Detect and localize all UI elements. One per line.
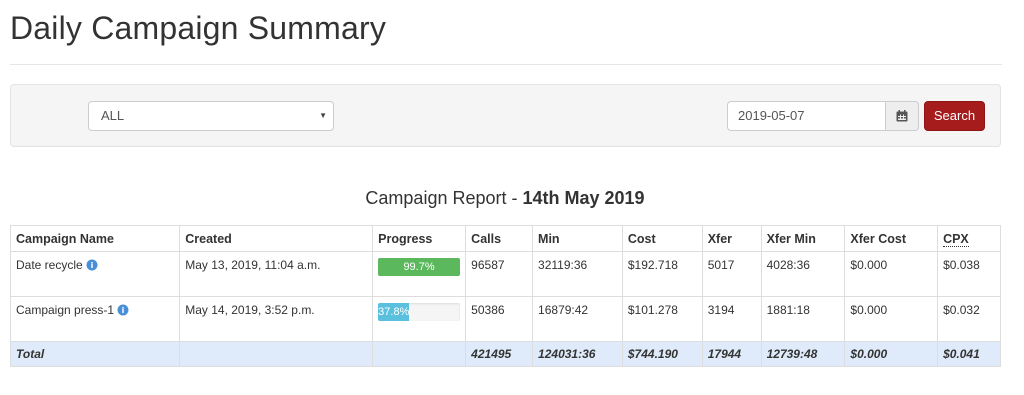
cost-cell: $192.718 xyxy=(621,251,703,297)
total-cost-cell: $744.190 xyxy=(621,341,703,367)
progress-fill: 37.8% xyxy=(378,303,409,321)
info-icon[interactable]: i xyxy=(86,259,98,274)
campaign-select[interactable]: ALL ▼ xyxy=(88,101,334,131)
title-divider xyxy=(10,64,1002,65)
svg-text:i: i xyxy=(122,306,125,315)
report-heading-date: 14th May 2019 xyxy=(522,188,645,208)
header-campaign-name[interactable]: Campaign Name xyxy=(9,225,181,252)
campaign-name[interactable]: Date recycle xyxy=(16,258,83,272)
header-cpx[interactable]: CPX xyxy=(937,225,1001,252)
progress-label: 37.8% xyxy=(378,306,410,318)
cost-cell: $101.278 xyxy=(621,296,703,342)
campaign-select-value: ALL xyxy=(101,108,125,123)
header-created[interactable]: Created xyxy=(179,225,374,252)
date-input[interactable]: 2019-05-07 xyxy=(727,101,886,131)
header-xfer-cost[interactable]: Xfer Cost xyxy=(844,225,939,252)
campaign-table: Campaign Name Created Progress Calls Min… xyxy=(9,225,1001,367)
page-title: Daily Campaign Summary xyxy=(10,10,387,46)
progress-bar: 99.7% xyxy=(378,258,461,276)
xfer-cost-cell: $0.000 xyxy=(844,251,939,297)
header-xfer[interactable]: Xfer xyxy=(701,225,762,252)
min-cell: 16879:42 xyxy=(532,296,623,342)
total-row: Total 421495 124031:36 $744.190 17944 12… xyxy=(9,341,1001,367)
report-heading: Campaign Report - 14th May 2019 xyxy=(0,188,1010,209)
xfer-min-cell: 4028:36 xyxy=(760,251,846,297)
filter-panel: ALL ▼ 2019-05-07 Search xyxy=(10,84,1001,147)
progress-cell: 99.7% xyxy=(372,251,467,297)
total-label-cell: Total xyxy=(9,341,181,367)
search-button[interactable]: Search xyxy=(924,101,985,131)
calendar-button[interactable] xyxy=(885,101,919,131)
header-cpx-label: CPX xyxy=(943,231,969,247)
table-header-row: Campaign Name Created Progress Calls Min… xyxy=(9,225,1001,252)
min-cell: 32119:36 xyxy=(532,251,623,297)
xfer-cost-cell: $0.000 xyxy=(844,296,939,342)
report-heading-prefix: Campaign Report - xyxy=(365,188,523,208)
total-min-cell: 124031:36 xyxy=(532,341,623,367)
total-cpx-cell: $0.041 xyxy=(937,341,1001,367)
campaign-name-cell: Campaign press-1 i xyxy=(9,296,181,342)
calls-cell: 50386 xyxy=(465,296,534,342)
progress-fill: 99.7% xyxy=(378,258,460,276)
header-min[interactable]: Min xyxy=(532,225,623,252)
table-row: Campaign press-1 i May 14, 2019, 3:52 p.m… xyxy=(9,296,1001,342)
xfer-min-cell: 1881:18 xyxy=(760,296,846,342)
xfer-cell: 3194 xyxy=(701,296,762,342)
xfer-cell: 5017 xyxy=(701,251,762,297)
header-calls[interactable]: Calls xyxy=(465,225,534,252)
progress-bar: 37.8% xyxy=(378,303,461,321)
header-xfer-min[interactable]: Xfer Min xyxy=(760,225,846,252)
total-xfer-min-cell: 12739:48 xyxy=(760,341,846,367)
header-progress[interactable]: Progress xyxy=(372,225,467,252)
progress-cell: 37.8% xyxy=(372,296,467,342)
progress-label: 99.7% xyxy=(403,261,435,273)
calls-cell: 96587 xyxy=(465,251,534,297)
created-cell: May 14, 2019, 3:52 p.m. xyxy=(179,296,374,342)
total-xfer-cell: 17944 xyxy=(701,341,762,367)
cpx-cell: $0.032 xyxy=(937,296,1001,342)
campaign-name[interactable]: Campaign press-1 xyxy=(16,303,114,317)
total-calls-cell: 421495 xyxy=(465,341,534,367)
info-icon[interactable]: i xyxy=(117,304,129,319)
calendar-icon xyxy=(896,110,908,122)
cpx-cell: $0.038 xyxy=(937,251,1001,297)
total-empty-cell xyxy=(179,341,374,367)
svg-text:i: i xyxy=(90,261,93,270)
chevron-down-icon: ▼ xyxy=(319,111,327,120)
total-xfer-cost-cell: $0.000 xyxy=(844,341,939,367)
total-empty-cell xyxy=(372,341,467,367)
table-row: Date recycle i May 13, 2019, 11:04 a.m. 9… xyxy=(9,251,1001,297)
campaign-name-cell: Date recycle i xyxy=(9,251,181,297)
created-cell: May 13, 2019, 11:04 a.m. xyxy=(179,251,374,297)
header-cost[interactable]: Cost xyxy=(621,225,703,252)
